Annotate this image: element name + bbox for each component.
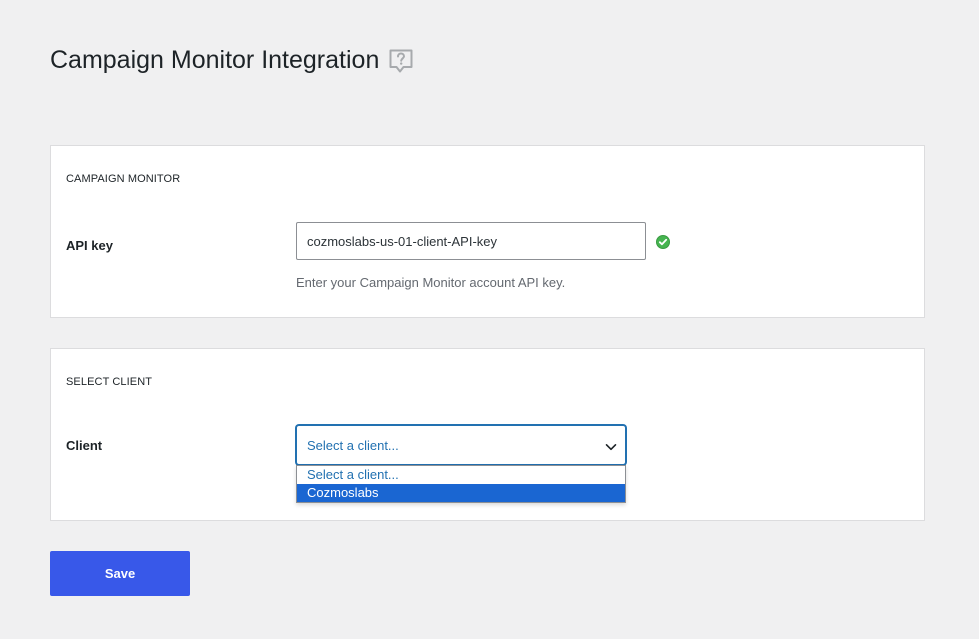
save-button[interactable]: Save bbox=[50, 551, 190, 596]
section-heading-campaign-monitor: CAMPAIGN MONITOR bbox=[66, 173, 181, 185]
client-label: Client bbox=[66, 438, 103, 453]
api-key-help-text: Enter your Campaign Monitor account API … bbox=[296, 275, 566, 290]
client-dropdown-list: Select a client... Cozmoslabs bbox=[296, 465, 626, 503]
api-key-input[interactable] bbox=[296, 222, 646, 260]
dropdown-option-placeholder[interactable]: Select a client... bbox=[297, 466, 625, 484]
page-title-text: Campaign Monitor Integration bbox=[50, 46, 380, 74]
section-heading-select-client: SELECT CLIENT bbox=[66, 376, 153, 388]
valid-check-icon bbox=[656, 235, 670, 249]
help-icon[interactable] bbox=[388, 48, 414, 74]
page-title: Campaign Monitor Integration bbox=[50, 44, 414, 76]
dropdown-option-cozmoslabs[interactable]: Cozmoslabs bbox=[297, 484, 625, 502]
client-select-value: Select a client... bbox=[307, 438, 399, 453]
client-select[interactable]: Select a client... bbox=[296, 425, 626, 465]
campaign-monitor-card: CAMPAIGN MONITOR API key Enter your Camp… bbox=[50, 145, 925, 318]
api-key-label: API key bbox=[66, 238, 113, 253]
chevron-down-icon bbox=[605, 440, 617, 452]
